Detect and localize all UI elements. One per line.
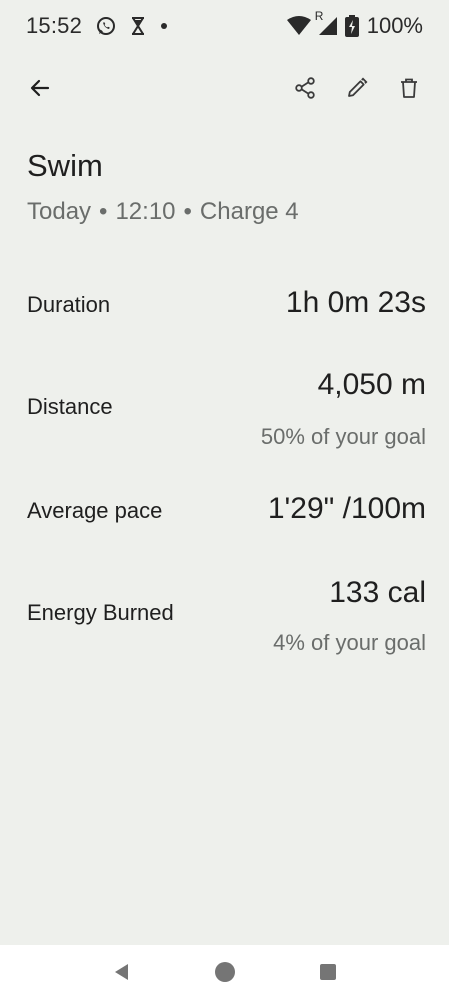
metric-value: 1'29" /100m bbox=[267, 492, 426, 525]
metric-energy-burned: Energy Burned 133 cal 4% of your goal bbox=[27, 576, 426, 666]
metric-value: 133 cal bbox=[329, 576, 426, 609]
delete-button[interactable] bbox=[387, 66, 431, 110]
metric-value: 4,050 m bbox=[317, 368, 426, 401]
metric-distance: Distance 4,050 m 50% of your goal bbox=[27, 368, 426, 458]
arrow-left-icon bbox=[30, 79, 50, 97]
activity-subtitle: Today • 12:10 • Charge 4 bbox=[27, 198, 299, 226]
cell-signal-icon: R bbox=[315, 9, 339, 37]
status-bar: 15:52 R 100% bbox=[0, 0, 449, 52]
subtitle-separator: • bbox=[99, 198, 108, 225]
metric-goal: 4% of your goal bbox=[273, 630, 426, 655]
edit-icon bbox=[348, 77, 368, 97]
metric-value: 1h 0m 23s bbox=[285, 286, 426, 319]
activity-header: Swim Today • 12:10 • Charge 4 bbox=[27, 148, 299, 226]
roaming-label: R bbox=[314, 9, 324, 23]
activity-device: Charge 4 bbox=[199, 198, 299, 225]
activity-time: 12:10 bbox=[115, 198, 176, 225]
metric-label: Distance bbox=[27, 394, 113, 419]
back-triangle-icon bbox=[114, 963, 128, 980]
nav-back-button[interactable] bbox=[98, 948, 146, 996]
app-bar-actions bbox=[283, 66, 431, 110]
status-right: R 100% bbox=[286, 9, 423, 39]
metric-label: Energy Burned bbox=[27, 600, 174, 625]
edit-button[interactable] bbox=[335, 66, 379, 110]
dot-icon bbox=[160, 22, 168, 30]
subtitle-separator: • bbox=[183, 198, 192, 225]
metric-goal: 50% of your goal bbox=[260, 424, 426, 449]
battery-percent: 100% bbox=[366, 13, 423, 38]
share-icon bbox=[295, 77, 315, 99]
whatsapp-icon bbox=[96, 16, 116, 36]
metric-label: Duration bbox=[27, 292, 111, 317]
nav-home-button[interactable] bbox=[201, 948, 249, 996]
nav-recents-button[interactable] bbox=[304, 948, 352, 996]
battery-charging-icon bbox=[344, 15, 359, 37]
share-button[interactable] bbox=[283, 66, 327, 110]
metric-label: Average pace bbox=[27, 498, 163, 523]
system-nav-bar bbox=[0, 945, 449, 998]
wifi-icon bbox=[286, 16, 311, 36]
delete-icon bbox=[401, 78, 417, 98]
app-bar bbox=[0, 62, 449, 114]
status-time: 15:52 bbox=[26, 13, 83, 38]
activity-title: Swim bbox=[27, 148, 103, 183]
status-left: 15:52 bbox=[26, 13, 168, 39]
metric-average-pace: Average pace 1'29" /100m bbox=[27, 492, 426, 532]
back-button[interactable] bbox=[18, 66, 62, 110]
metric-duration: Duration 1h 0m 23s bbox=[27, 286, 426, 326]
hourglass-icon bbox=[130, 16, 146, 36]
home-circle-icon bbox=[214, 961, 235, 982]
recents-square-icon bbox=[319, 963, 336, 980]
activity-day: Today bbox=[27, 198, 92, 225]
